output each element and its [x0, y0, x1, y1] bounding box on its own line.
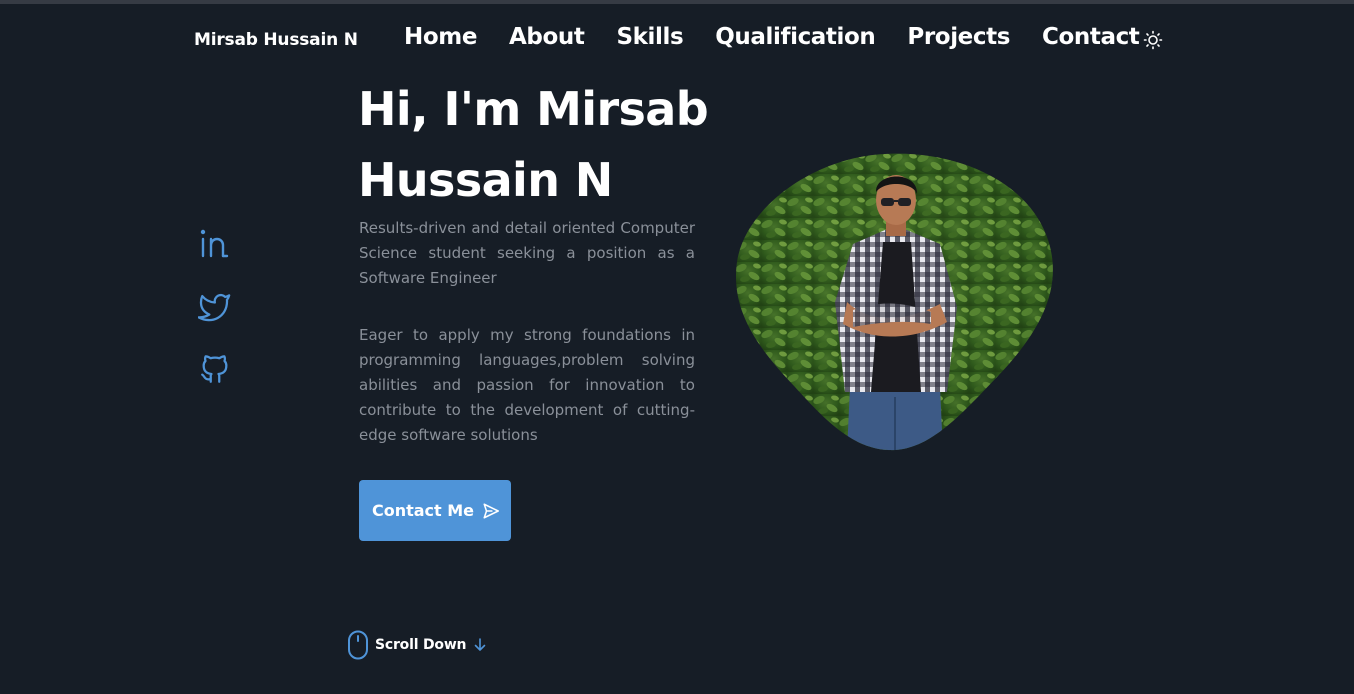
- twitter-link[interactable]: [197, 289, 232, 323]
- browser-top-strip: [0, 0, 1354, 4]
- twitter-icon: [197, 294, 231, 322]
- arrow-down-icon: [475, 638, 486, 651]
- mouse-icon: [348, 630, 368, 660]
- nav-projects[interactable]: Projects: [907, 24, 1010, 50]
- scroll-down-label: Scroll Down: [375, 637, 467, 653]
- hero-title-line2: Hussain N: [358, 153, 613, 207]
- main-nav: Home About Skills Qualification Projects…: [404, 24, 1171, 50]
- brand-logo[interactable]: Mirsab Hussain N: [194, 30, 358, 50]
- linkedin-icon: [200, 229, 229, 258]
- nav-qualification[interactable]: Qualification: [715, 24, 876, 50]
- nav-home[interactable]: Home: [404, 24, 477, 50]
- theme-toggle-button[interactable]: [1143, 30, 1163, 50]
- github-link[interactable]: [198, 352, 232, 386]
- github-icon: [201, 355, 228, 383]
- nav-contact[interactable]: Contact: [1042, 24, 1140, 50]
- linkedin-link[interactable]: [198, 226, 232, 260]
- contact-me-label: Contact Me: [371, 501, 475, 520]
- hero-title: Hi, I'm Mirsab Hussain N: [358, 74, 718, 216]
- profile-photo-blob: [735, 153, 1053, 451]
- hero-title-line1: Hi, I'm Mirsab: [358, 82, 709, 136]
- scroll-down-link[interactable]: Scroll Down: [347, 630, 486, 660]
- hero-description-secondary: Eager to apply my strong foundations in …: [359, 326, 695, 444]
- sun-icon: [1143, 30, 1163, 50]
- hero-description: Results-driven and detail oriented Compu…: [359, 219, 695, 287]
- contact-me-button[interactable]: Contact Me: [359, 480, 511, 541]
- send-icon: [483, 502, 499, 519]
- profile-photo: [735, 152, 1055, 452]
- nav-skills[interactable]: Skills: [616, 24, 683, 50]
- social-links: [197, 226, 232, 415]
- nav-about[interactable]: About: [509, 24, 585, 50]
